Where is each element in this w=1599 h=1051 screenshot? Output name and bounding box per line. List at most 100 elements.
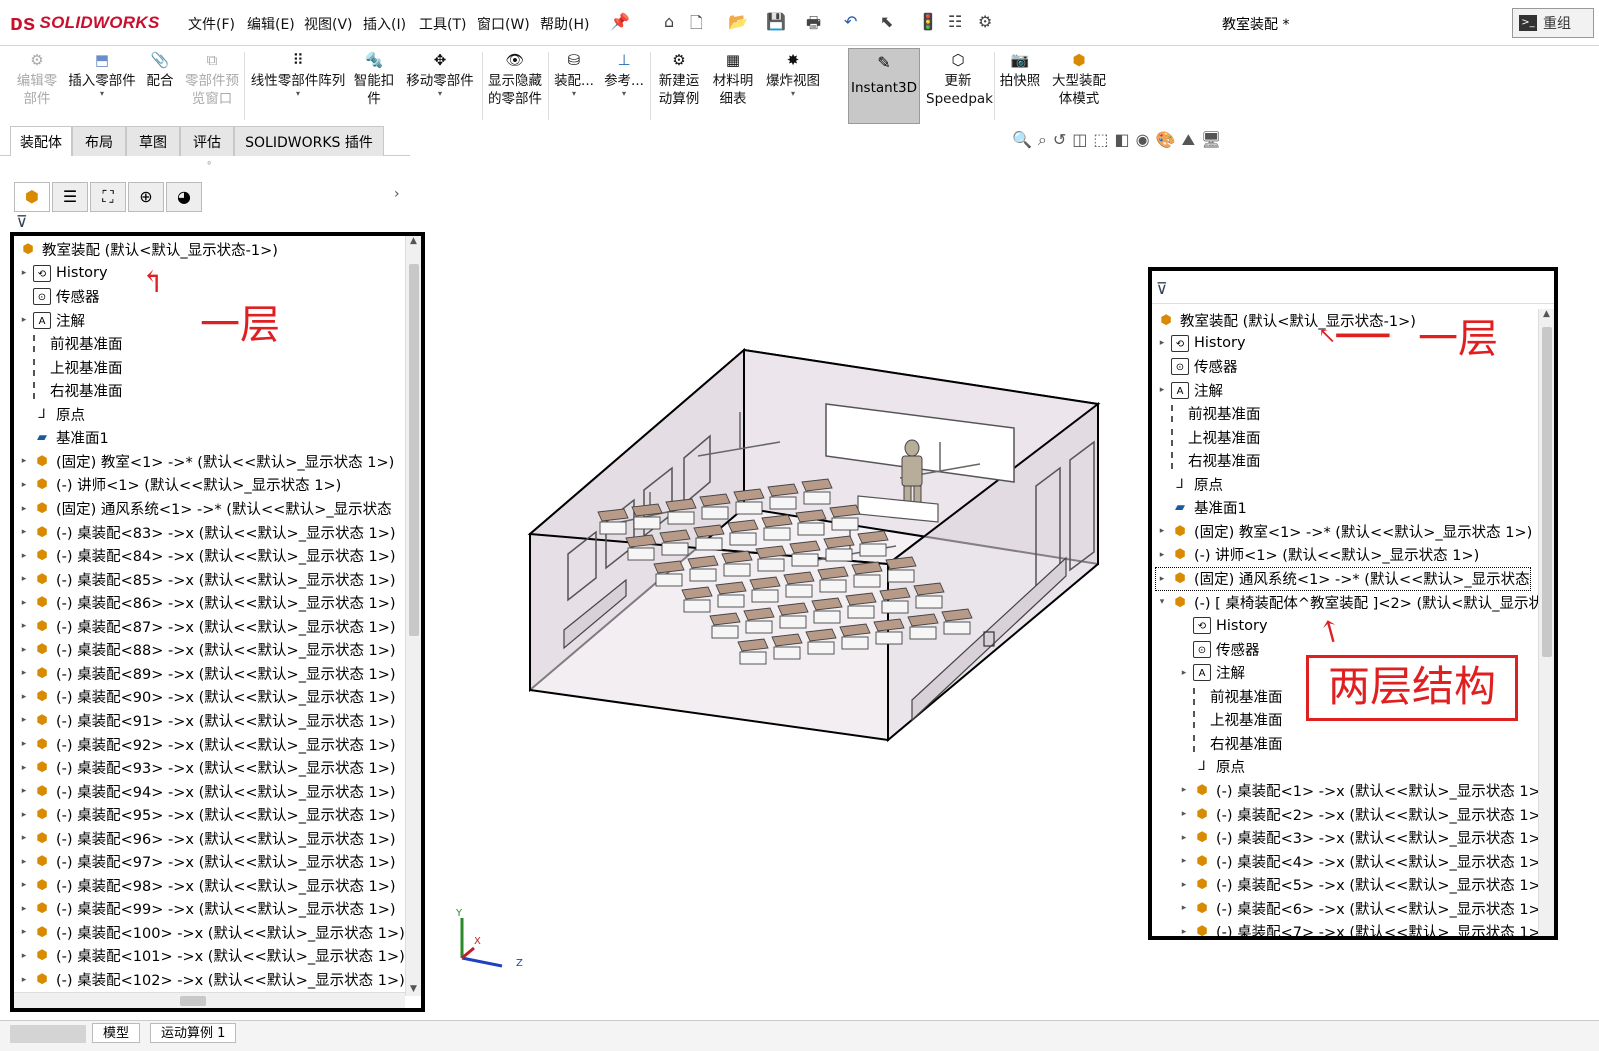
expand-arrow-icon[interactable]: ▸ [18, 527, 30, 537]
tree-item[interactable]: 右视基准面 [1178, 732, 1283, 754]
expand-arrow-icon[interactable]: ▸ [18, 857, 30, 867]
tree-item[interactable]: 前视基准面 [1156, 403, 1261, 425]
hide-show-items-icon[interactable]: ◉ [1136, 130, 1150, 156]
insert-part-dropdown-icon[interactable]: ▾ [100, 90, 104, 98]
expand-arrow-icon[interactable]: ▸ [1156, 385, 1168, 395]
dimxpert-tab-icon[interactable]: ⊕ [128, 182, 164, 212]
move-part-button[interactable]: ✥ 移动零部件 ▾ [402, 50, 478, 98]
tree-item[interactable]: 右视基准面 [1156, 450, 1261, 472]
tree-item[interactable]: ⟲ History [1178, 615, 1268, 637]
menu-edit[interactable]: 编辑(E) [247, 14, 295, 34]
expand-arrow-icon[interactable]: ▸ [18, 739, 30, 749]
assembly-features-button[interactable]: ⛁ 装配... ▾ [552, 50, 596, 98]
tab-evaluate[interactable]: 评估 [180, 126, 234, 156]
save-icon[interactable]: 💾 [766, 12, 786, 31]
reference-dropdown-icon[interactable]: ▾ [622, 90, 626, 98]
right-tree-vertical-scrollbar[interactable]: ▲ [1538, 309, 1554, 936]
tree-item[interactable]: ▸ ⬢ (-) 桌装配<96> ->x (默认<<默认>_显示状态 1>) [18, 827, 396, 849]
tree-item[interactable]: ▰ 基准面1 [1156, 497, 1247, 519]
tree-item[interactable]: ▸ A 注解 [1156, 379, 1223, 401]
previous-view-icon[interactable]: ↺ [1053, 130, 1066, 156]
expand-arrow-icon[interactable]: ▾ [1156, 597, 1168, 607]
tree-item[interactable]: ▸ ⬢ (固定) 通风系统<1> ->* (默认<<默认>_显示状态 [18, 498, 392, 520]
pin-icon[interactable]: 📌 [610, 12, 630, 31]
print-icon[interactable]: 🖶 [806, 12, 821, 39]
tree-item[interactable]: ▸ ⬢ (-) 讲师<1> (默认<<默认>_显示状态 1>) [18, 474, 342, 496]
rebuild-icon[interactable]: 🚦 [918, 12, 938, 31]
tree-item[interactable]: ▸ ⬢ (-) 桌装配<90> ->x (默认<<默认>_显示状态 1>) [18, 686, 396, 708]
left-tree-horizontal-scrollbar[interactable] [14, 992, 405, 1008]
tree-item[interactable]: ▸ ⬢ (-) 桌装配<91> ->x (默认<<默认>_显示状态 1>) [18, 709, 396, 731]
tree-item[interactable]: ▸ ⬢ (-) 桌装配<93> ->x (默认<<默认>_显示状态 1>) [18, 757, 396, 779]
scroll-down-icon[interactable]: ▼ [406, 984, 421, 994]
tree-item[interactable]: ▸ ⟲ History [1156, 332, 1246, 354]
mate-button[interactable]: 📎 配合 [142, 50, 178, 90]
feature-manager-tab-icon[interactable]: ⬢ [14, 182, 50, 212]
edit-appearance-icon[interactable]: 🎨 [1156, 130, 1176, 156]
expand-arrow-icon[interactable]: ▸ [1178, 903, 1190, 913]
tab-sketch[interactable]: 草图 [126, 126, 180, 156]
tree-item[interactable]: ▸ ⬢ (-) 桌装配<83> ->x (默认<<默认>_显示状态 1>) [18, 521, 396, 543]
panel-splitter-handle[interactable]: ∘ [206, 158, 212, 169]
tree-item[interactable]: ▸ ⬢ (-) 桌装配<89> ->x (默认<<默认>_显示状态 1>) [18, 662, 396, 684]
explode-view-button[interactable]: ✸ 爆炸视图 ▾ [762, 50, 824, 98]
tree-item[interactable]: ▸ ⬢ (-) 讲师<1> (默认<<默认>_显示状态 1>) [1156, 544, 1480, 566]
menu-view[interactable]: 视图(V) [304, 14, 353, 34]
expand-arrow-icon[interactable]: ▸ [18, 574, 30, 584]
expand-arrow-icon[interactable]: ▸ [18, 763, 30, 773]
tree-item[interactable]: 上视基准面 [18, 356, 123, 378]
tree-item[interactable]: 上视基准面 [1178, 709, 1283, 731]
new-motion-study-button[interactable]: ⚙ 新建运动算例 [654, 50, 704, 108]
expand-arrow-icon[interactable]: ▸ [18, 880, 30, 890]
tree-item[interactable]: ▸ ⬢ (固定) 教室<1> ->* (默认<<默认>_显示状态 1>) [18, 450, 395, 472]
explode-view-dropdown-icon[interactable]: ▾ [791, 90, 795, 98]
select-cursor-icon[interactable]: ⬉ [880, 12, 893, 31]
expand-arrow-icon[interactable]: ▸ [1178, 833, 1190, 843]
move-part-dropdown-icon[interactable]: ▾ [438, 90, 442, 98]
menu-tools[interactable]: 工具(T) [419, 14, 466, 34]
view-settings-icon[interactable]: 🖥 [1201, 130, 1221, 156]
tree-item[interactable]: ▸ ⬢ (-) 桌装配<100> ->x (默认<<默认>_显示状态 1>) [18, 921, 405, 943]
assembly-features-dropdown-icon[interactable]: ▾ [572, 90, 576, 98]
tree-item[interactable]: ▸ ⬢ (-) 桌装配<97> ->x (默认<<默认>_显示状态 1>) [18, 851, 396, 873]
expand-arrow-icon[interactable]: ▸ [18, 621, 30, 631]
tree-item[interactable]: ▰ 基准面1 [18, 427, 109, 449]
tree-item[interactable]: 前视基准面 [1178, 685, 1283, 707]
chevron-right-icon[interactable]: › [394, 186, 400, 202]
expand-arrow-icon[interactable]: ▸ [1178, 785, 1190, 795]
expand-arrow-icon[interactable]: ▸ [18, 975, 30, 985]
expand-arrow-icon[interactable]: ▸ [18, 927, 30, 937]
open-icon[interactable]: 📂 [728, 12, 748, 31]
tree-item[interactable]: ▸ ⬢ (-) 桌装配<88> ->x (默认<<默认>_显示状态 1>) [18, 639, 396, 661]
expand-arrow-icon[interactable]: ▸ [18, 645, 30, 655]
zoom-to-area-icon[interactable]: ⌕ [1038, 130, 1047, 156]
scroll-up-icon[interactable]: ▲ [406, 236, 421, 246]
options-gear-icon[interactable]: ⚙ [978, 12, 992, 31]
expand-arrow-icon[interactable]: ▸ [1156, 526, 1168, 536]
expand-arrow-icon[interactable]: ▸ [18, 810, 30, 820]
apply-scene-icon[interactable]: ⛰ [1182, 130, 1195, 156]
file-properties-icon[interactable]: ☷ [948, 12, 962, 31]
tree-item[interactable]: ▸ ⬢ (-) 桌装配<99> ->x (默认<<默认>_显示状态 1>) [18, 898, 396, 920]
reference-geometry-button[interactable]: ⊥ 参考... ▾ [604, 50, 644, 98]
property-manager-tab-icon[interactable]: ☰ [52, 182, 88, 212]
configuration-manager-tab-icon[interactable]: ⛶ [90, 182, 126, 212]
expand-arrow-icon[interactable]: ▸ [18, 268, 30, 278]
view-orientation-icon[interactable]: ⬚ [1093, 130, 1108, 156]
expand-arrow-icon[interactable]: ▸ [18, 668, 30, 678]
zoom-to-fit-icon[interactable]: 🔍 [1012, 130, 1032, 156]
expand-arrow-icon[interactable]: ▸ [18, 504, 30, 514]
section-view-icon[interactable]: ◫ [1072, 130, 1087, 156]
menu-insert[interactable]: 插入(I) [363, 14, 406, 34]
tree-item[interactable]: ▸ ⬢ (-) 桌装配<94> ->x (默认<<默认>_显示状态 1>) [18, 780, 396, 802]
solidworks-logo[interactable]: ᴅs SOLIDWORKS [10, 4, 170, 42]
tree-root[interactable]: ⬢ 教室装配 (默认<默认_显示状态-1>) [16, 238, 278, 260]
tree-item[interactable]: ▸ ⬢ (-) 桌装配<5> ->x (默认<<默认>_显示状态 1> [1178, 874, 1541, 896]
tree-item[interactable]: ▸ ⬢ (-) 桌装配<95> ->x (默认<<默认>_显示状态 1>) [18, 804, 396, 826]
new-document-icon[interactable]: 🗋 [690, 12, 703, 39]
tab-scroll-controls[interactable] [10, 1025, 86, 1043]
menu-file[interactable]: 文件(F) [188, 14, 235, 34]
edit-part-button[interactable]: ⚙ 编辑零部件 [14, 50, 60, 108]
menu-help[interactable]: 帮助(H) [540, 14, 589, 34]
tree-item[interactable]: ▸ ⬢ (-) 桌装配<98> ->x (默认<<默认>_显示状态 1>) [18, 874, 396, 896]
